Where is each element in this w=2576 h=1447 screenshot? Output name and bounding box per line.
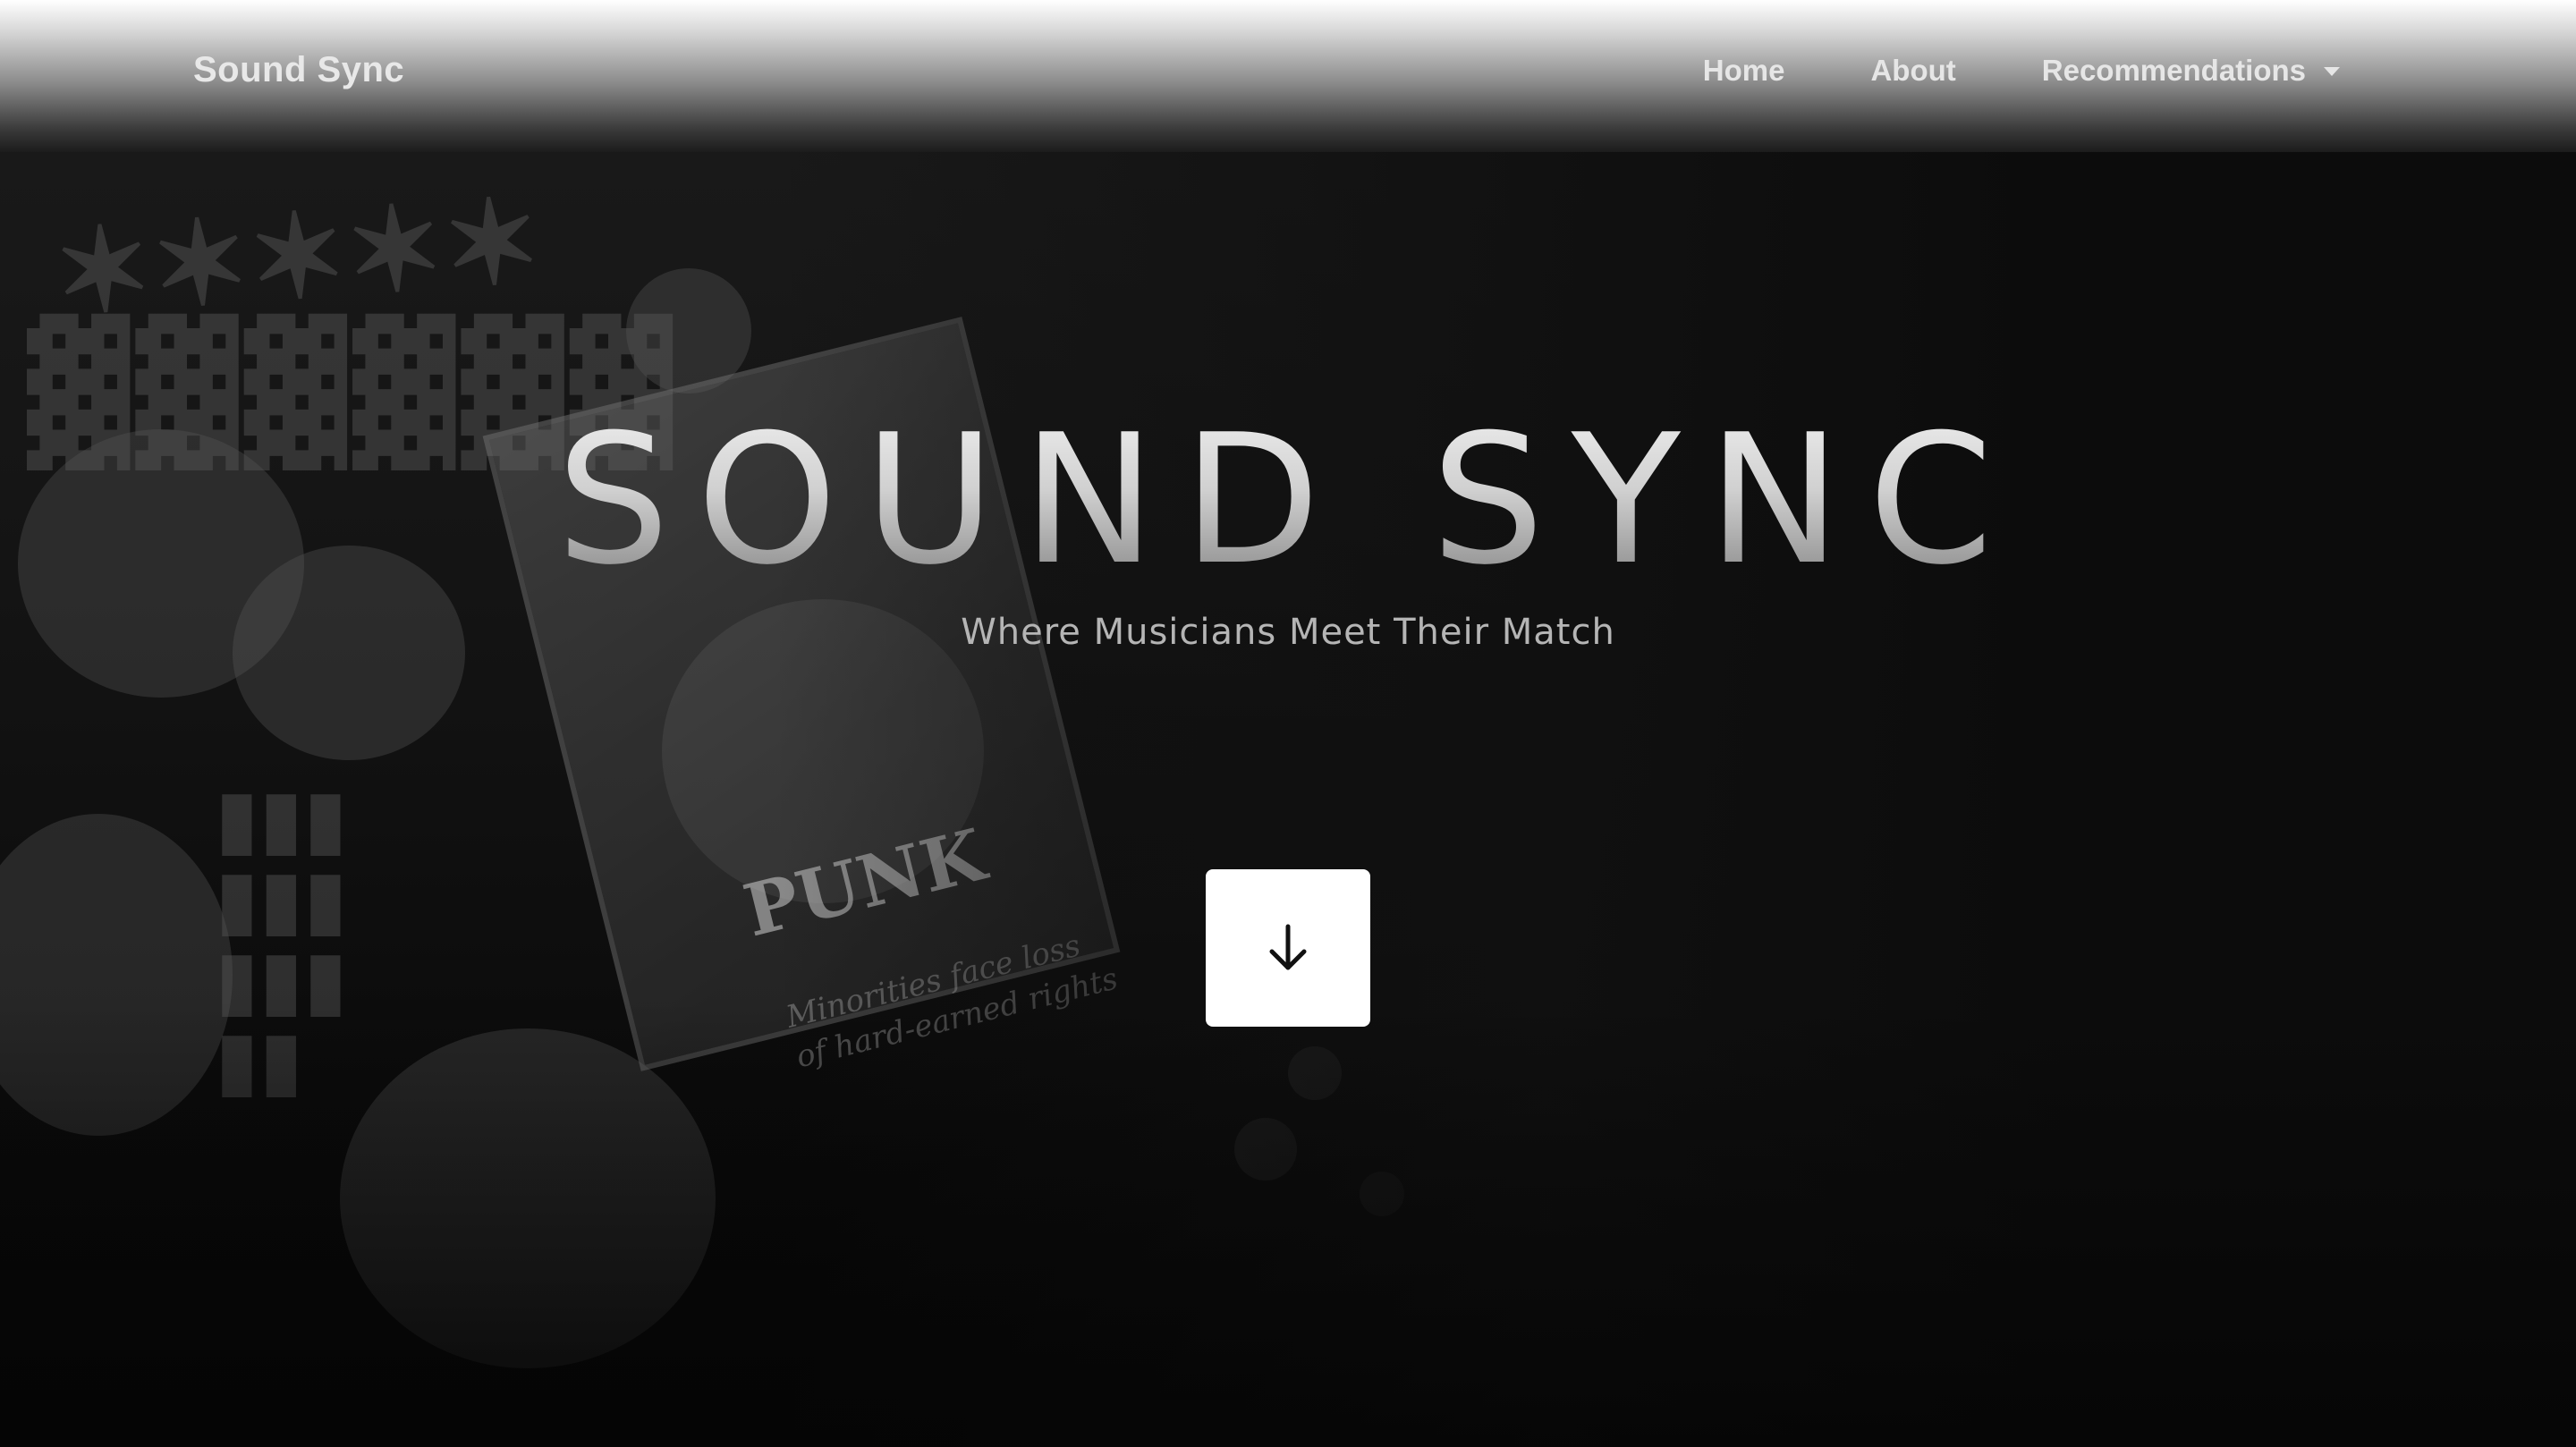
arrow-down-icon xyxy=(1267,923,1309,973)
paint-splatter xyxy=(340,1028,716,1368)
paint-splatter xyxy=(1360,1172,1404,1216)
nav-dropdown-recommendations[interactable]: Recommendations xyxy=(1999,54,2340,88)
nav-link-label: Home xyxy=(1702,54,1785,87)
landing-page: ✶✶✶✶✶ ▓▓▓▓▓▓ ▮▮▮ ▮▮▮ ▮▮▮ ▮▮ PUNK Minorities… xyxy=(0,0,2576,1447)
nav-link-home[interactable]: Home xyxy=(1660,54,1828,88)
nav-links: Home About Recommendations xyxy=(1660,54,2340,88)
top-navbar: Sound Sync Home About Recommendations xyxy=(0,0,2576,152)
nav-link-about[interactable]: About xyxy=(1827,54,1998,88)
scroll-down-button[interactable] xyxy=(1206,869,1370,1027)
hero-title: SOUND SYNC xyxy=(0,393,2576,608)
brand-logo-link[interactable]: Sound Sync xyxy=(193,50,404,90)
nav-link-label: About xyxy=(1870,54,1956,87)
paint-splatter xyxy=(0,814,233,1136)
nav-link-label: Recommendations xyxy=(2041,54,2306,87)
hero-subtitle: Where Musicians Meet Their Match xyxy=(961,612,1615,653)
caret-down-icon xyxy=(2324,67,2340,76)
paint-splatter xyxy=(1288,1046,1342,1100)
paint-splatter xyxy=(1234,1118,1297,1180)
collage-text-decoration: ▮▮▮ ▮▮▮ ▮▮▮ ▮▮ xyxy=(215,771,348,1107)
background-collage-image: ✶✶✶✶✶ ▓▓▓▓▓▓ ▮▮▮ ▮▮▮ ▮▮▮ ▮▮ xyxy=(0,134,1521,1447)
